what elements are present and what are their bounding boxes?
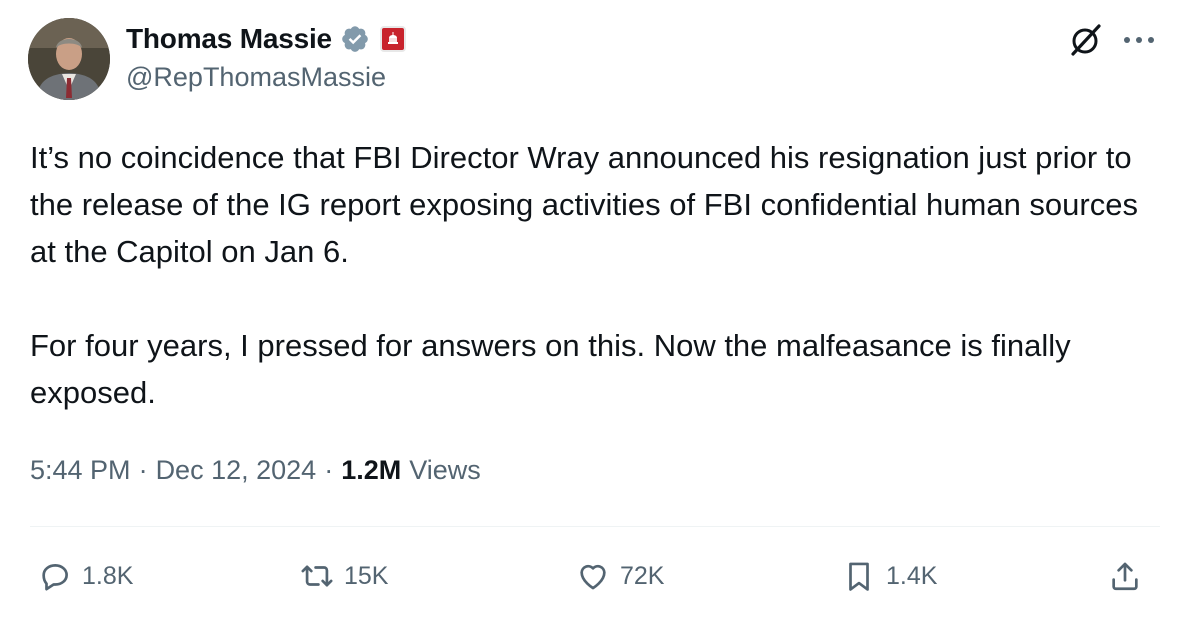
meta-separator: · xyxy=(138,455,148,485)
bookmark-icon xyxy=(849,562,869,591)
bookmark-count: 1.4K xyxy=(886,561,938,590)
reply-button[interactable]: 1.8K xyxy=(38,556,133,596)
repost-icon xyxy=(301,565,333,587)
author-name-row: Thomas Massie xyxy=(126,22,406,56)
like-count: 72K xyxy=(620,561,665,590)
bookmark-button[interactable]: 1.4K xyxy=(842,556,937,596)
share-icon xyxy=(1112,562,1138,591)
author-handle[interactable]: @RepThomasMassie xyxy=(126,62,386,93)
like-icon xyxy=(580,564,606,590)
tweet-text: It’s no coincidence that FBI Director Wr… xyxy=(30,134,1170,416)
author-name[interactable]: Thomas Massie xyxy=(126,23,332,55)
views-count: 1.2M xyxy=(341,455,402,485)
like-button[interactable]: 72K xyxy=(576,556,664,596)
repost-button[interactable]: 15K xyxy=(300,556,388,596)
tweet-time[interactable]: 5:44 PM xyxy=(30,455,131,486)
tweet-meta: 5:44 PM · Dec 12, 2024 · 1.2M Views xyxy=(30,455,481,486)
avatar[interactable] xyxy=(28,18,110,100)
tweet-paragraph: It’s no coincidence that FBI Director Wr… xyxy=(30,140,1147,269)
meta-separator: · xyxy=(324,455,334,485)
views-label: Views xyxy=(409,455,481,485)
tweet-date[interactable]: Dec 12, 2024 xyxy=(156,455,317,486)
share-button[interactable] xyxy=(1108,556,1152,596)
reply-count: 1.8K xyxy=(82,561,134,590)
verified-icon[interactable] xyxy=(340,24,370,54)
reply-icon xyxy=(42,564,68,591)
repost-count: 15K xyxy=(344,561,389,590)
divider xyxy=(30,526,1160,527)
grok-icon[interactable] xyxy=(1068,22,1104,58)
tweet-paragraph: For four years, I pressed for answers on… xyxy=(30,328,1080,410)
government-badge-icon[interactable] xyxy=(379,26,406,52)
more-icon[interactable] xyxy=(1122,36,1156,44)
